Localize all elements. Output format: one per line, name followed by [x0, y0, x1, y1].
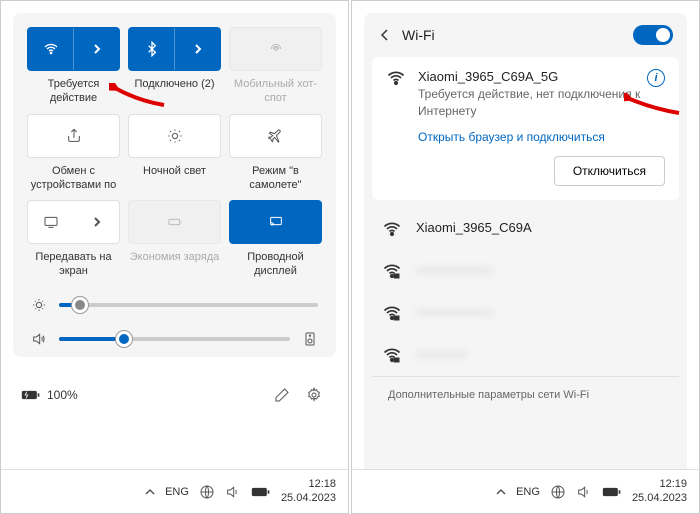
wifi-signal-icon — [386, 69, 406, 87]
cast-tile[interactable] — [27, 200, 120, 244]
volume-tray-icon[interactable] — [576, 484, 592, 500]
settings-button[interactable] — [300, 381, 328, 409]
wifi-toggle[interactable] — [633, 25, 673, 45]
battery-tray-icon[interactable] — [251, 486, 271, 498]
wired-display-label: Проводной дисплей — [229, 250, 322, 279]
cast-icon[interactable] — [28, 201, 74, 243]
wifi-tile-label: Требуется действие — [27, 77, 120, 106]
quick-settings-panel: Требуется действие Подключено (2) Мобиль… — [0, 0, 349, 514]
bluetooth-tile[interactable] — [128, 27, 221, 71]
info-icon[interactable]: i — [647, 69, 665, 87]
battery-icon — [21, 388, 41, 402]
share-icon — [66, 128, 82, 144]
wifi-header: Wi-Fi — [364, 13, 687, 57]
volume-row — [27, 331, 322, 347]
volume-tray-icon[interactable] — [225, 484, 241, 500]
tiles-row-1: Требуется действие Подключено (2) Мобиль… — [27, 27, 322, 106]
language-indicator[interactable]: ENG — [165, 486, 189, 498]
wired-display-tile[interactable] — [229, 200, 322, 244]
share-tile-label: Обмен с устройствами по — [27, 164, 120, 193]
volume-slider[interactable] — [59, 337, 290, 341]
connected-network-card[interactable]: i Xiaomi_3965_C69A_5G Требуется действие… — [372, 57, 679, 200]
edit-button[interactable] — [268, 381, 296, 409]
hotspot-tile-label: Мобильный хот-спот — [229, 77, 322, 106]
hotspot-tile[interactable] — [229, 27, 322, 71]
wifi-signal-lock-icon — [382, 304, 402, 322]
wifi-settings-link[interactable]: Дополнительные параметры сети Wi-Fi — [372, 376, 679, 413]
sun-icon — [167, 128, 183, 144]
hotspot-icon — [268, 41, 284, 57]
network-tray-icon[interactable] — [199, 484, 215, 500]
battery-saver-label: Экономия заряда — [130, 250, 220, 278]
tiles-row-3: Передавать на экран Экономия заряда Пров… — [27, 200, 322, 279]
brightness-slider[interactable] — [59, 303, 318, 307]
clock[interactable]: 12:18 25.04.2023 — [281, 478, 336, 504]
open-browser-link[interactable]: Открыть браузер и подключиться — [418, 130, 665, 144]
wifi-title: Wi-Fi — [402, 27, 623, 43]
quick-settings: Требуется действие Подключено (2) Мобиль… — [13, 13, 336, 357]
network-name: —————— — [416, 262, 494, 277]
wifi-list: Wi-Fi i Xiaomi_3965_C69A_5G Требуется де… — [364, 13, 687, 513]
network-item[interactable]: —————— — [364, 292, 687, 334]
qs-footer: 100% — [13, 375, 336, 415]
airplane-tile[interactable] — [229, 114, 322, 158]
tiles-row-2: Обмен с устройствами по Ночной свет Режи… — [27, 114, 322, 193]
wifi-signal-lock-icon — [382, 262, 402, 280]
chevron-right-icon[interactable] — [74, 28, 119, 70]
wifi-tile[interactable] — [27, 27, 120, 71]
network-item[interactable]: Xiaomi_3965_C69A — [364, 208, 687, 250]
network-tray-icon[interactable] — [550, 484, 566, 500]
brightness-row — [27, 297, 322, 313]
display-icon — [268, 214, 284, 230]
taskbar: ENG 12:19 25.04.2023 — [352, 469, 699, 513]
disconnect-button[interactable]: Отключиться — [554, 156, 665, 186]
nightlight-tile-label: Ночной свет — [143, 164, 206, 192]
clock[interactable]: 12:19 25.04.2023 — [632, 478, 687, 504]
taskbar: ENG 12:18 25.04.2023 — [1, 469, 348, 513]
tray-chevron-icon[interactable] — [496, 488, 506, 496]
wifi-panel: Wi-Fi i Xiaomi_3965_C69A_5G Требуется де… — [351, 0, 700, 514]
brightness-icon — [31, 297, 47, 313]
network-status: Требуется действие, нет подключения к Ин… — [418, 86, 665, 120]
airplane-tile-label: Режим "в самолете" — [229, 164, 322, 193]
network-name: Xiaomi_3965_C69A_5G — [418, 69, 665, 84]
airplane-icon — [268, 128, 284, 144]
wifi-signal-lock-icon — [382, 346, 402, 364]
bluetooth-icon[interactable] — [129, 28, 175, 70]
wifi-icon[interactable] — [28, 28, 74, 70]
speaker-icon — [31, 331, 47, 347]
network-name: ———— — [416, 346, 468, 361]
audio-output-icon[interactable] — [302, 331, 318, 347]
bluetooth-tile-label: Подключено (2) — [134, 77, 214, 105]
tray-chevron-icon[interactable] — [145, 488, 155, 496]
nearby-share-tile[interactable] — [27, 114, 120, 158]
network-name: —————— — [416, 304, 494, 319]
network-item[interactable]: —————— — [364, 250, 687, 292]
language-indicator[interactable]: ENG — [516, 486, 540, 498]
chevron-right-icon[interactable] — [74, 201, 119, 243]
battery-icon — [167, 214, 183, 230]
battery-saver-tile[interactable] — [128, 200, 221, 244]
battery-tray-icon[interactable] — [602, 486, 622, 498]
back-button[interactable] — [378, 28, 392, 42]
network-item[interactable]: ———— — [364, 334, 687, 376]
chevron-right-icon[interactable] — [175, 28, 220, 70]
night-light-tile[interactable] — [128, 114, 221, 158]
cast-tile-label: Передавать на экран — [27, 250, 120, 279]
battery-status[interactable]: 100% — [21, 388, 78, 402]
network-name: Xiaomi_3965_C69A — [416, 220, 532, 235]
wifi-signal-icon — [382, 220, 402, 238]
